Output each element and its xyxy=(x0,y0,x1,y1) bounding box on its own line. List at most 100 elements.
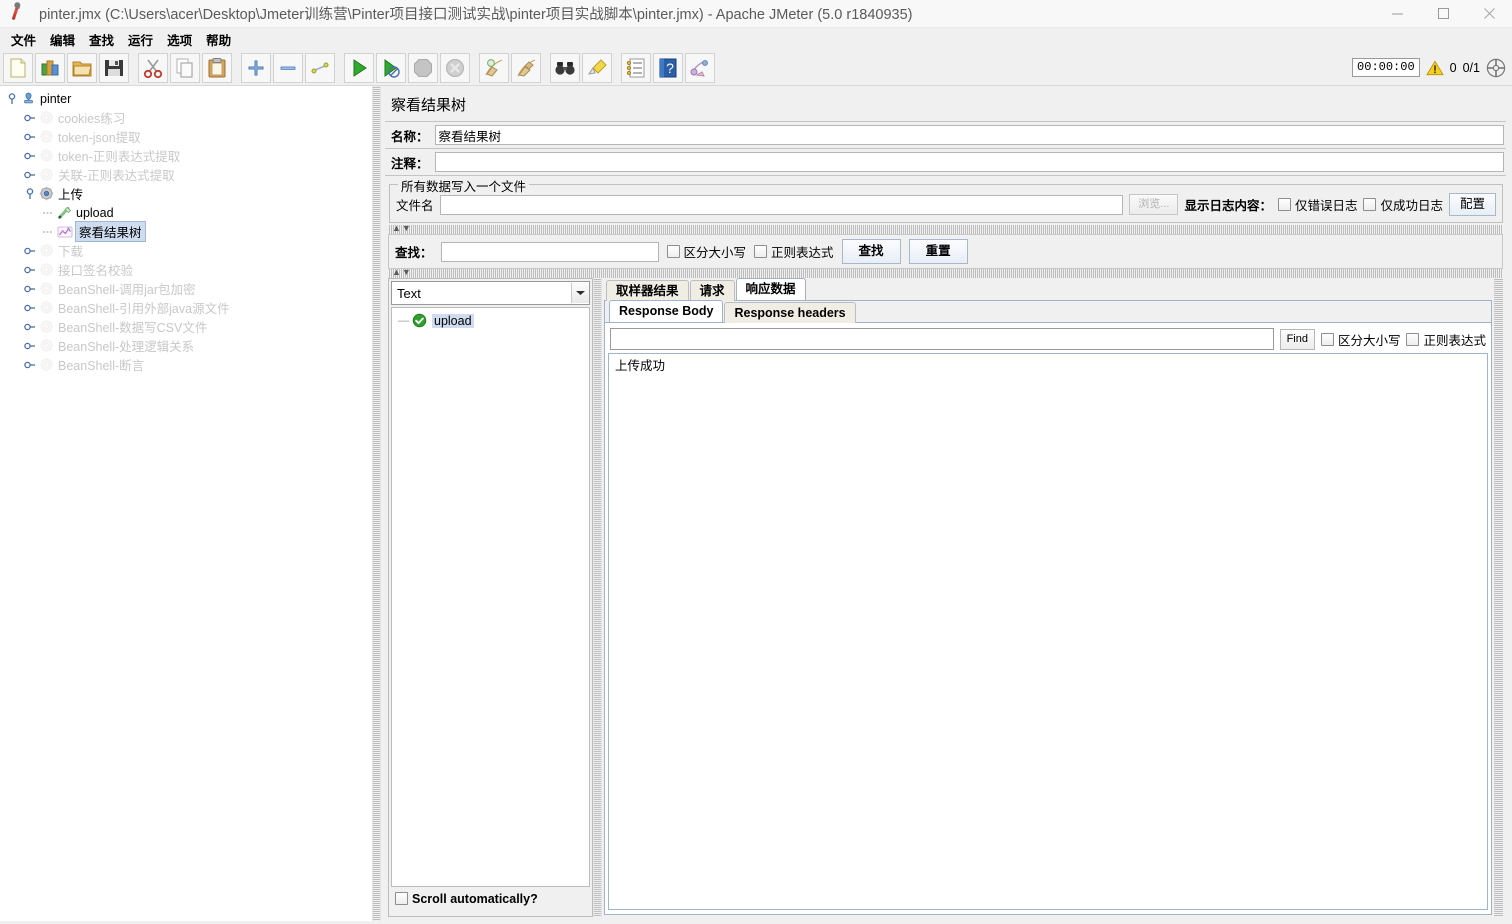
results-splitter[interactable] xyxy=(593,278,602,917)
expand-handle-icon[interactable] xyxy=(22,281,38,297)
menu-file[interactable]: 文件 xyxy=(4,28,43,51)
lower-splitter[interactable]: ▲▼ xyxy=(388,268,1503,278)
minimize-button[interactable] xyxy=(1374,0,1420,28)
test-plan-tree[interactable]: pinter cookies练习 token-json提取 token-正则表达式提取… xyxy=(0,86,372,921)
toolbar-toggle[interactable] xyxy=(305,52,335,83)
subtab-response-body[interactable]: Response Body xyxy=(609,300,724,322)
configure-button[interactable]: 配置 xyxy=(1448,193,1496,216)
name-input[interactable] xyxy=(434,125,1504,145)
success-only-checkbox[interactable]: 仅成功日志 xyxy=(1363,195,1443,214)
search-input[interactable] xyxy=(440,241,659,262)
main-splitter[interactable] xyxy=(372,86,381,921)
tree-node[interactable]: BeanShell-调用jar包加密 xyxy=(0,279,372,298)
response-find-input[interactable] xyxy=(610,328,1274,350)
upper-splitter[interactable]: ▲▼ xyxy=(388,224,1503,234)
expand-handle-icon[interactable] xyxy=(22,300,38,316)
tree-node[interactable]: 察看结果树 xyxy=(0,221,372,242)
toolbar-save[interactable] xyxy=(99,52,129,83)
results-list[interactable]: — upload xyxy=(391,307,590,887)
response-case-box[interactable] xyxy=(1320,332,1334,346)
response-regexp-box[interactable] xyxy=(1406,332,1420,346)
result-list-item[interactable]: — upload xyxy=(392,311,589,330)
tree-node[interactable]: token-json提取 xyxy=(0,127,372,146)
expand-handle-icon[interactable] xyxy=(22,319,38,335)
menu-help[interactable]: 帮助 xyxy=(199,28,238,51)
success-only-box[interactable] xyxy=(1363,198,1377,211)
search-regexp-box[interactable] xyxy=(754,245,768,258)
menu-edit[interactable]: 编辑 xyxy=(43,28,82,51)
menu-options[interactable]: 选项 xyxy=(160,28,199,51)
expand-handle-icon[interactable] xyxy=(22,338,38,354)
toolbar-new[interactable] xyxy=(3,52,33,83)
search-reset-button[interactable]: 重置 xyxy=(908,239,968,264)
search-case-box[interactable] xyxy=(666,245,680,258)
toolbar-clear[interactable] xyxy=(479,52,509,83)
scroll-automatically-checkbox[interactable]: Scroll automatically? xyxy=(395,892,538,906)
expand-handle-icon[interactable] xyxy=(22,167,38,183)
response-scrollbar[interactable] xyxy=(1494,278,1503,917)
response-body-text[interactable]: 上传成功 xyxy=(608,353,1488,910)
tree-node[interactable]: 上传 xyxy=(0,184,372,203)
toolbar-copy[interactable] xyxy=(170,52,200,83)
expand-handle-icon[interactable] xyxy=(22,129,38,145)
toolbar-open[interactable] xyxy=(67,52,97,83)
tree-node[interactable]: BeanShell-引用外部java源文件 xyxy=(0,298,372,317)
renderer-combo[interactable]: Text xyxy=(391,281,590,305)
subtab-response-headers[interactable]: Response headers xyxy=(724,302,856,323)
tab-response-data[interactable]: 响应数据 xyxy=(735,278,806,300)
tree-node[interactable]: 接口签名校验 xyxy=(0,260,372,279)
response-find-button[interactable]: Find xyxy=(1279,328,1315,350)
maximize-button[interactable] xyxy=(1420,0,1466,28)
tab-sampler-result[interactable]: 取样器结果 xyxy=(606,280,689,301)
toolbar-collapse-all[interactable] xyxy=(273,52,303,83)
menu-run[interactable]: 运行 xyxy=(121,28,160,51)
toolbar-clear-all[interactable] xyxy=(511,52,541,83)
chevron-down-icon[interactable] xyxy=(571,283,589,303)
toolbar-paste[interactable] xyxy=(202,52,232,83)
tab-request[interactable]: 请求 xyxy=(689,280,735,301)
tree-node[interactable]: BeanShell-数据写CSV文件 xyxy=(0,317,372,336)
comment-input[interactable] xyxy=(434,152,1504,172)
toolbar-start[interactable] xyxy=(344,52,374,83)
toolbar-reset-search[interactable] xyxy=(582,52,612,83)
expand-handle-icon[interactable] xyxy=(22,148,38,164)
gear-icon[interactable] xyxy=(1486,58,1506,78)
collapse-handle-icon[interactable] xyxy=(4,91,20,107)
toolbar-function-helper[interactable] xyxy=(621,52,651,83)
expand-handle-icon[interactable] xyxy=(22,110,38,126)
response-regexp-checkbox[interactable]: 正则表达式 xyxy=(1406,330,1486,349)
scroll-automatically-box[interactable] xyxy=(395,892,408,905)
toolbar-cut[interactable] xyxy=(138,52,168,83)
tree-node[interactable]: BeanShell-断言 xyxy=(0,355,372,374)
tree-node[interactable]: pinter xyxy=(0,89,372,108)
warning-icon[interactable] xyxy=(1425,59,1444,76)
tree-node[interactable]: 下载 xyxy=(0,241,372,260)
toolbar-start-no-pauses[interactable] xyxy=(376,52,406,83)
expand-handle-icon[interactable] xyxy=(22,243,38,259)
toolbar-templates2[interactable] xyxy=(685,52,715,83)
toolbar-templates[interactable] xyxy=(35,52,65,83)
collapse-handle-icon[interactable] xyxy=(22,186,38,202)
tree-node[interactable]: upload xyxy=(0,203,372,222)
tree-node[interactable]: cookies练习 xyxy=(0,108,372,127)
toolbar-stop[interactable] xyxy=(408,52,438,83)
search-find-button[interactable]: 查找 xyxy=(841,239,901,264)
menu-search[interactable]: 查找 xyxy=(82,28,121,51)
toolbar-help[interactable]: ? xyxy=(653,52,683,83)
filename-input[interactable] xyxy=(439,194,1124,215)
tree-node[interactable]: BeanShell-处理逻辑关系 xyxy=(0,336,372,355)
toolbar-search[interactable] xyxy=(550,52,580,83)
search-case-checkbox[interactable]: 区分大小写 xyxy=(666,242,746,261)
toolbar-shutdown[interactable] xyxy=(440,52,470,83)
search-regexp-checkbox[interactable]: 正则表达式 xyxy=(754,242,834,261)
expand-handle-icon[interactable] xyxy=(22,357,38,373)
expand-handle-icon[interactable] xyxy=(22,262,38,278)
tree-node[interactable]: token-正则表达式提取 xyxy=(0,146,372,165)
response-case-checkbox[interactable]: 区分大小写 xyxy=(1320,330,1400,349)
close-button[interactable] xyxy=(1466,0,1512,28)
browse-button[interactable]: 浏览... xyxy=(1129,194,1179,215)
errors-only-box[interactable] xyxy=(1277,198,1291,211)
toolbar-expand-all[interactable] xyxy=(241,52,271,83)
errors-only-checkbox[interactable]: 仅错误日志 xyxy=(1277,195,1357,214)
tree-node[interactable]: 关联-正则表达式提取 xyxy=(0,165,372,184)
